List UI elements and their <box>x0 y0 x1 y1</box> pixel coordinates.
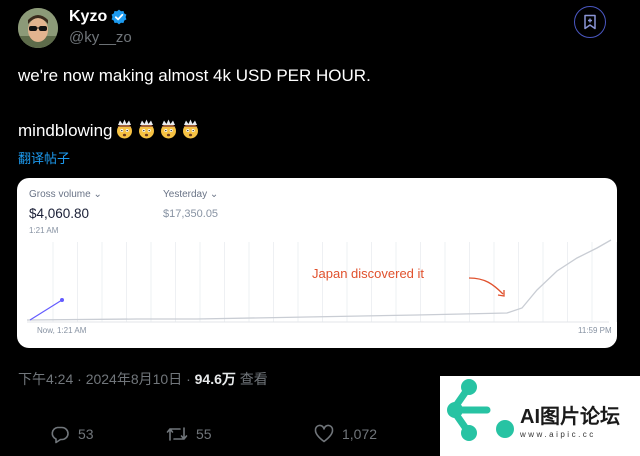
heart-icon <box>314 424 334 443</box>
volume-chart <box>26 239 617 323</box>
retweet-icon <box>166 427 188 441</box>
today-series-line <box>29 299 63 321</box>
avatar[interactable] <box>18 8 58 48</box>
annotation-text: Japan discovered it <box>312 266 425 281</box>
exploding-head-emoji-icon <box>182 119 198 139</box>
tweet-text-line1: we're now making almost 4k USD PER HOUR. <box>18 66 371 85</box>
tweet-meta: 下午4:24 · 2024年8月10日 · 94.6万 查看 <box>18 369 268 389</box>
annotation-arrow <box>468 277 504 295</box>
exploding-head-emoji-icon <box>116 119 132 139</box>
exploding-head-emoji-icon <box>160 119 176 139</box>
today-current-point <box>60 298 64 302</box>
like-button[interactable]: 1,072 <box>314 424 377 444</box>
views-label: 查看 <box>235 371 268 387</box>
bookmark-icon <box>584 14 596 30</box>
exploding-head-emoji-icon <box>138 119 154 139</box>
view-count: 94.6万 <box>194 371 236 387</box>
retweet-button[interactable]: 55 <box>166 424 212 444</box>
tweet-text-mindblowing: mindblowing <box>18 121 113 140</box>
x-axis-start-label: Now, 1:21 AM <box>37 326 87 335</box>
reply-count: 53 <box>78 426 94 442</box>
bookmark-button[interactable] <box>574 6 606 38</box>
tweet-timestamp[interactable]: 下午4:24 · 2024年8月10日 · <box>18 371 195 387</box>
watermark-title: AI图片论坛 <box>520 406 620 428</box>
author-handle[interactable]: @ky__zo <box>69 29 132 46</box>
verified-badge-icon <box>111 9 127 25</box>
retweet-count: 55 <box>196 426 212 442</box>
reply-icon <box>51 426 69 444</box>
x-axis-end-label: 11:59 PM <box>578 326 612 335</box>
tweet-text-line2: mindblowing <box>18 119 201 141</box>
reply-button[interactable]: 53 <box>50 424 94 444</box>
like-count: 1,072 <box>342 426 378 442</box>
author-name[interactable]: Kyzo <box>69 8 107 26</box>
aipic-logo-icon <box>447 379 514 441</box>
watermark-url: www.aipic.cc <box>520 430 596 439</box>
stripe-dashboard-image[interactable]: Gross volume ⌄ $4,060.80 1:21 AM Yesterd… <box>17 178 617 348</box>
emoji-row <box>113 119 201 140</box>
translate-link[interactable]: 翻译帖子 <box>18 148 70 167</box>
